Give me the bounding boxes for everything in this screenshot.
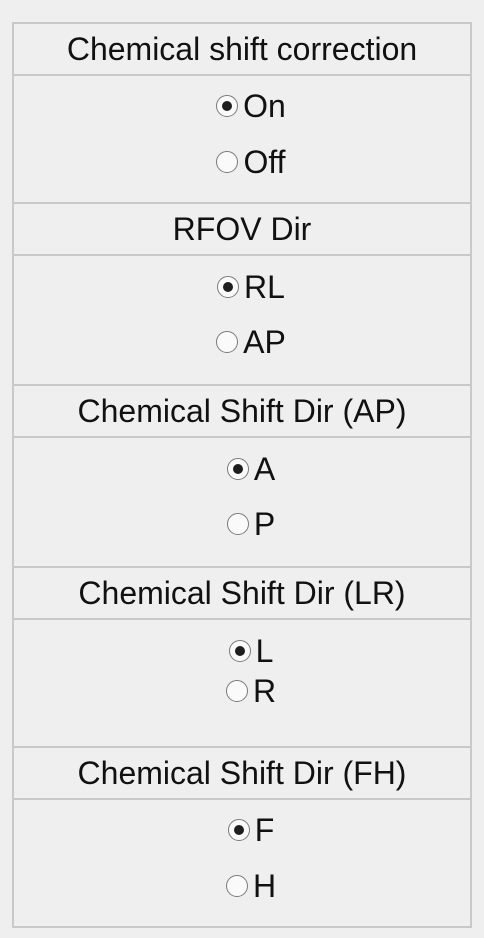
radio-label: L <box>255 633 274 669</box>
radio-label: AP <box>243 324 286 360</box>
settings-panel: Chemical shift correction On Off RFOV Di… <box>12 22 472 928</box>
radio-unchecked-icon[interactable] <box>226 513 249 535</box>
radio-label: F <box>254 812 275 848</box>
radio-unchecked-icon[interactable] <box>225 875 248 897</box>
group-title-chemical-shift-dir-fh: Chemical Shift Dir (FH) <box>14 748 470 800</box>
radio-checked-icon[interactable] <box>216 95 239 117</box>
radio-label: P <box>253 506 276 542</box>
radio-option-ap[interactable]: AP <box>14 322 470 362</box>
radio-option-a[interactable]: A <box>14 449 470 489</box>
radio-option-rl[interactable]: RL <box>14 267 470 307</box>
radio-option-p[interactable]: P <box>14 504 470 544</box>
radio-option-r[interactable]: R <box>14 671 470 711</box>
radio-checked-icon[interactable] <box>226 458 249 480</box>
group-title-chemical-shift-correction: Chemical shift correction <box>14 24 470 76</box>
radio-label: On <box>243 88 286 124</box>
radio-label: H <box>252 868 277 904</box>
radio-label: R <box>252 673 277 709</box>
radio-option-l[interactable]: L <box>14 631 470 671</box>
group-title-chemical-shift-dir-lr: Chemical Shift Dir (LR) <box>14 568 470 620</box>
radio-unchecked-icon[interactable] <box>216 151 239 173</box>
radio-option-on[interactable]: On <box>14 86 470 126</box>
radio-unchecked-icon[interactable] <box>225 680 248 702</box>
radio-unchecked-icon[interactable] <box>216 331 239 353</box>
group-title-rfov-dir: RFOV Dir <box>14 204 470 256</box>
radio-option-off[interactable]: Off <box>14 142 470 182</box>
radio-checked-icon[interactable] <box>228 640 251 662</box>
radio-label: A <box>253 451 276 487</box>
radio-option-h[interactable]: H <box>14 866 470 906</box>
radio-option-f[interactable]: F <box>14 810 470 850</box>
radio-label: RL <box>244 269 285 305</box>
radio-label: Off <box>243 144 286 180</box>
radio-checked-icon[interactable] <box>227 819 250 841</box>
group-title-chemical-shift-dir-ap: Chemical Shift Dir (AP) <box>14 386 470 438</box>
radio-checked-icon[interactable] <box>217 276 240 298</box>
